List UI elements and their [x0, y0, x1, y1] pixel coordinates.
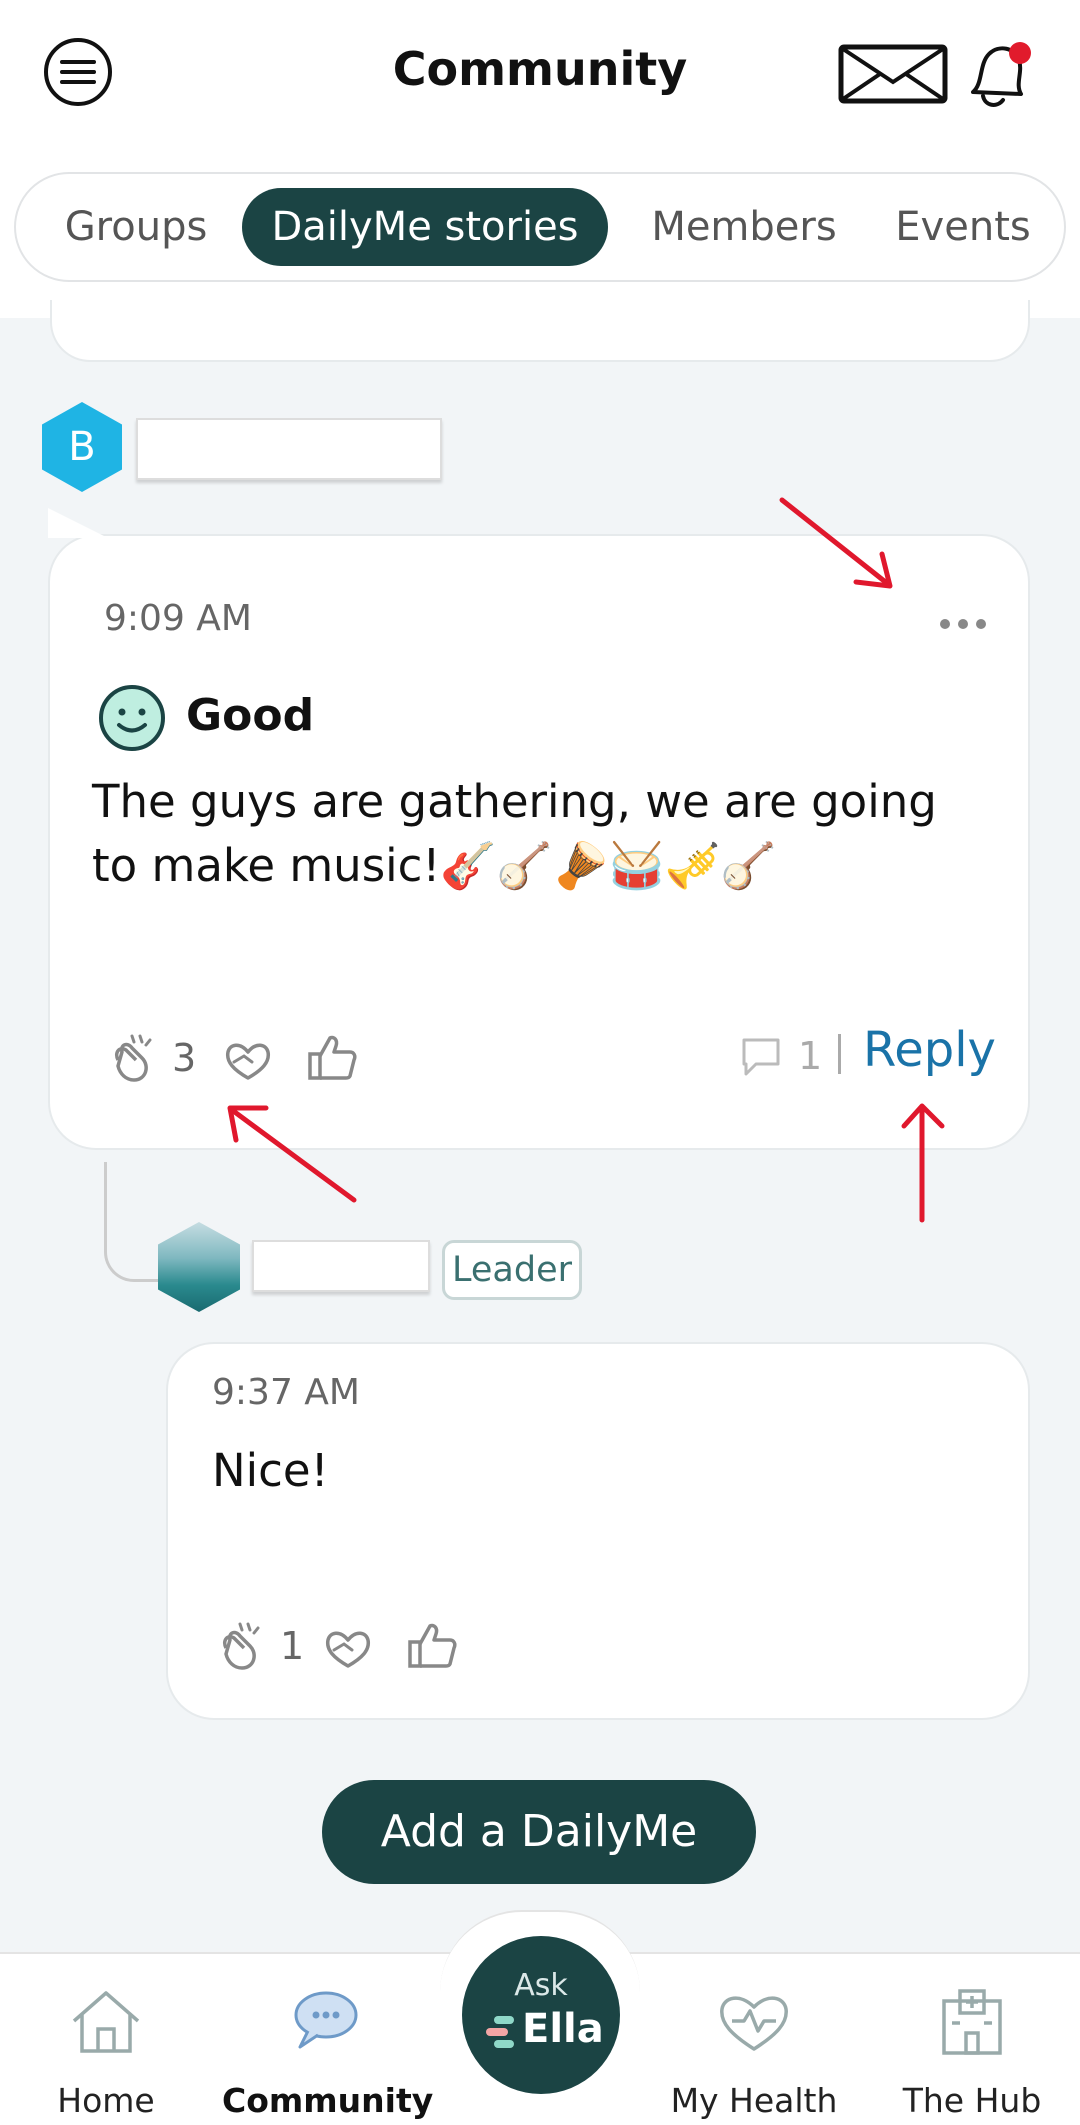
leader-name-redacted[interactable]: [252, 1240, 430, 1292]
comment-count: 1: [798, 1034, 823, 1078]
nav-my-health[interactable]: My Health: [654, 1985, 854, 2120]
nav-the-hub[interactable]: The Hub: [872, 1985, 1072, 2120]
avatar[interactable]: B: [42, 402, 122, 492]
thumbs-up-icon[interactable]: [304, 1030, 360, 1086]
author-name-redacted[interactable]: [136, 418, 442, 480]
nav-home[interactable]: Home: [6, 1985, 206, 2120]
messages-button[interactable]: [838, 44, 948, 104]
reply-text: Nice!: [212, 1444, 329, 1497]
mood-label: Good: [186, 690, 315, 741]
post-time: 9:09 AM: [104, 598, 252, 639]
nav-the-hub-label: The Hub: [902, 2081, 1042, 2120]
tab-events[interactable]: Events: [878, 188, 1048, 266]
ask-ella-button[interactable]: Ask Ella: [462, 1936, 620, 2094]
reply-clap-count: 1: [280, 1624, 305, 1668]
previous-post-card: [50, 300, 1030, 362]
annotation-arrow-reactions: [222, 1100, 362, 1206]
leader-avatar[interactable]: [158, 1222, 240, 1312]
tab-groups[interactable]: Groups: [46, 188, 226, 266]
tab-dailyme-stories[interactable]: DailyMe stories: [242, 188, 608, 266]
nav-my-health-label: My Health: [670, 2081, 838, 2120]
leader-badge: Leader: [442, 1240, 582, 1300]
home-icon: [72, 1991, 140, 2053]
divider: [838, 1034, 841, 1074]
ella-label: Ella: [522, 2006, 604, 2052]
clap-count: 3: [172, 1036, 197, 1080]
smiley-icon: [99, 685, 165, 751]
envelope-icon: [838, 44, 948, 104]
tab-members[interactable]: Members: [634, 188, 854, 266]
annotation-arrow-reply: [900, 1100, 950, 1226]
annotation-arrow-more: [778, 496, 898, 592]
avatar-letter: B: [68, 424, 96, 470]
ella-logo-icon: [486, 2016, 514, 2048]
nav-home-label: Home: [57, 2081, 155, 2120]
heart-pulse-icon: [720, 1996, 788, 2051]
chat-bubbles-icon: [294, 1991, 358, 2049]
clap-icon[interactable]: [214, 1618, 270, 1674]
heart-hands-icon[interactable]: [220, 1032, 276, 1088]
card-notch: [48, 508, 108, 538]
post-text: The guys are gathering, we are going to …: [92, 775, 937, 892]
tab-bar: Groups DailyMe stories Members Events: [14, 172, 1066, 282]
add-dailyme-button[interactable]: Add a DailyMe: [322, 1780, 756, 1884]
heart-hands-icon[interactable]: [320, 1620, 376, 1676]
reply-time: 9:37 AM: [212, 1372, 360, 1413]
thread-line: [104, 1162, 164, 1282]
clap-icon[interactable]: [106, 1030, 162, 1086]
comment-icon[interactable]: [738, 1034, 784, 1080]
notification-dot: [1009, 42, 1031, 64]
ask-label: Ask: [514, 1968, 568, 2003]
reply-button[interactable]: Reply: [863, 1022, 996, 1078]
thumbs-up-icon[interactable]: [404, 1618, 460, 1674]
nav-community[interactable]: Community: [222, 1985, 433, 2120]
hospital-icon: [942, 1989, 1002, 2055]
nav-community-label: Community: [222, 2081, 434, 2120]
more-options-icon[interactable]: [940, 612, 990, 636]
